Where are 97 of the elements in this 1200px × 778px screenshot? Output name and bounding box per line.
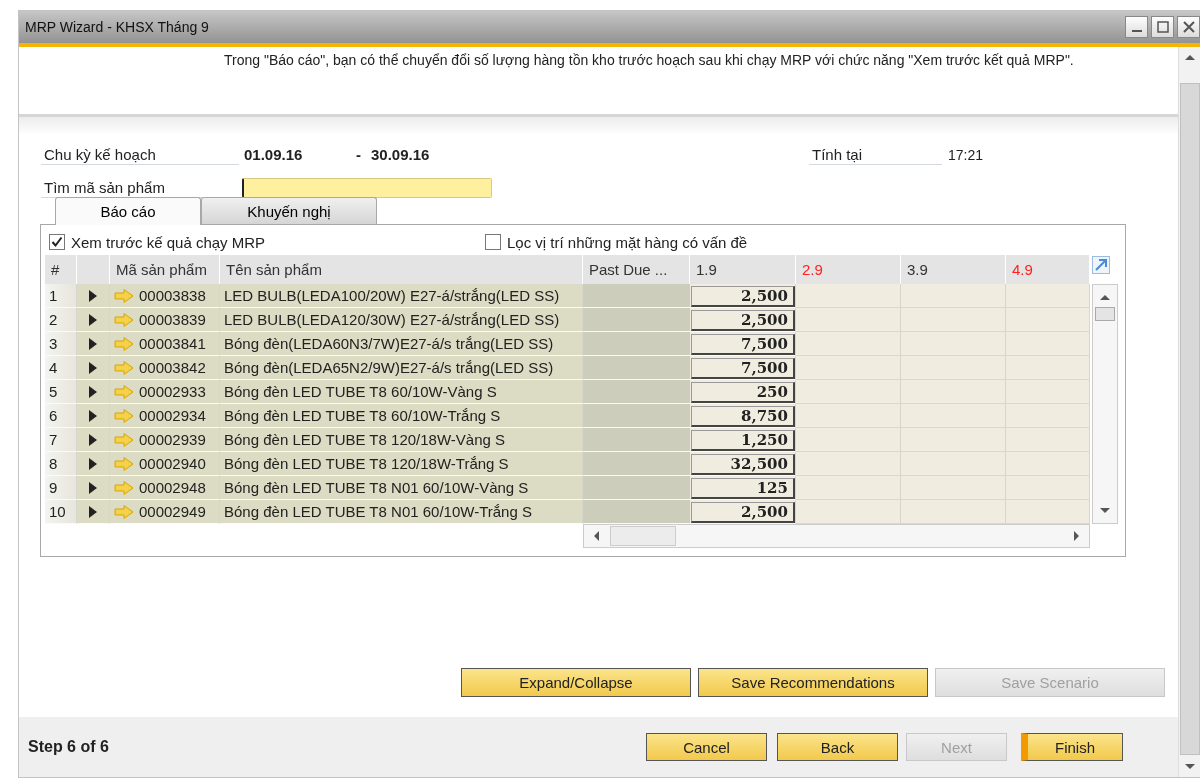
row-number: 10	[45, 500, 77, 524]
product-code: 00002934	[139, 407, 206, 424]
product-name: Bóng đèn LED TUBE T8 120/18W-Vàng S	[220, 428, 583, 452]
quantity-cell[interactable]: 7,500	[691, 357, 795, 379]
quantity-cell[interactable]: 2,500	[691, 501, 795, 523]
expand-row-icon[interactable]	[89, 457, 97, 470]
info-text: Trong "Báo cáo", bạn có thể chuyển đổi số lượng hàng tồn kho trước hoạch sau khi chạy MRP với chức năng "Xem trước kết quả MRP".	[224, 52, 1074, 69]
product-code: 00002948	[139, 479, 206, 496]
field-label: Chu kỳ kế hoạch	[41, 146, 239, 165]
date-value: 01.09.16	[244, 146, 304, 165]
checkbox-label: Xem trước kế quả chạy MRP	[71, 233, 266, 251]
product-code: 00002939	[139, 431, 206, 448]
wizard-button[interactable]: Back	[777, 733, 898, 761]
column-header: Past Due ...	[583, 255, 690, 284]
product-code: 00003839	[139, 311, 206, 328]
product-name: Bóng đèn LED TUBE T8 60/10W-Vàng S	[220, 380, 583, 404]
row-number: 7	[45, 428, 77, 452]
expand-row-icon[interactable]	[89, 481, 97, 494]
scroll-thumb[interactable]	[1095, 307, 1115, 321]
product-code: 00002949	[139, 503, 206, 520]
wizard-button[interactable]: Cancel	[646, 733, 767, 761]
product-name: Bóng đèn LED TUBE T8 N01 60/10W-Vàng S	[220, 476, 583, 500]
scroll-down-icon[interactable]	[1099, 507, 1111, 515]
action-button[interactable]: Expand/Collapse	[461, 668, 691, 697]
scroll-right-icon[interactable]	[1073, 530, 1081, 542]
minimize-button[interactable]	[1125, 16, 1148, 38]
close-icon	[1181, 20, 1196, 34]
action-button[interactable]: Save Recommendations	[698, 668, 928, 697]
product-name: Bóng đèn LED TUBE T8 N01 60/10W-Trắng S	[220, 500, 583, 524]
quantity-cell[interactable]: 250	[691, 381, 795, 403]
column-header: 2.9	[796, 255, 901, 284]
search-field[interactable]	[242, 178, 492, 198]
expand-row-icon[interactable]	[89, 433, 97, 446]
column-header: 1.9	[690, 255, 796, 284]
expand-row-icon[interactable]	[89, 505, 97, 518]
wizard-button[interactable]: Finish	[1021, 733, 1123, 761]
expand-row-icon[interactable]	[89, 313, 97, 326]
expand-row-icon[interactable]	[89, 409, 97, 422]
scroll-up-icon[interactable]	[1099, 293, 1111, 301]
quantity-cell[interactable]: 7,500	[691, 333, 795, 355]
maximize-button[interactable]	[1151, 16, 1174, 38]
row-number: 4	[45, 356, 77, 380]
date-separator: -	[356, 146, 361, 165]
quantity-cell[interactable]: 1,250	[691, 429, 795, 451]
window-title: MRP Wizard - KHSX Tháng 9	[25, 19, 209, 35]
product-code: 00003842	[139, 359, 206, 376]
checkbox[interactable]	[49, 234, 65, 250]
field-label: Tính tại	[809, 146, 942, 165]
horizontal-scrollbar[interactable]	[583, 524, 1090, 548]
quantity-cell[interactable]: 8,750	[691, 405, 795, 427]
tab[interactable]: Khuyến nghị	[201, 197, 377, 225]
product-name: LED BULB(LEDA100/20W) E27-á/strắng(LED SS)	[220, 284, 583, 308]
row-number: 6	[45, 404, 77, 428]
step-indicator: Step 6 of 6	[28, 738, 109, 756]
row-number: 5	[45, 380, 77, 404]
scroll-left-icon[interactable]	[592, 530, 600, 542]
product-code: 00002933	[139, 383, 206, 400]
row-number: 8	[45, 452, 77, 476]
scroll-down-icon[interactable]	[1183, 763, 1196, 771]
expand-row-icon[interactable]	[89, 289, 97, 302]
row-number: 9	[45, 476, 77, 500]
close-button[interactable]	[1177, 16, 1200, 38]
minimize-icon	[1131, 30, 1142, 32]
time-value: 17:21	[948, 147, 985, 165]
column-header: 3.9	[901, 255, 1006, 284]
checkbox[interactable]	[485, 234, 501, 250]
quantity-cell[interactable]: 32,500	[691, 453, 795, 475]
product-name: Bóng đèn(LEDA60N3/7W)E27-á/s trắng(LED SS)	[220, 332, 583, 356]
column-header: Tên sản phẩm	[220, 255, 583, 284]
tab[interactable]: Báo cáo	[55, 197, 201, 225]
quantity-cell[interactable]: 2,500	[691, 309, 795, 331]
column-header-blank	[77, 255, 110, 284]
scroll-up-icon[interactable]	[1183, 53, 1196, 61]
row-number: 2	[45, 308, 77, 332]
expand-row-icon[interactable]	[89, 385, 97, 398]
column-header: #	[45, 255, 77, 284]
expand-row-icon[interactable]	[89, 337, 97, 350]
quantity-cell[interactable]: 2,500	[691, 285, 795, 307]
checkbox-label: Lọc vị trí những mặt hàng có vấn đề	[507, 233, 748, 251]
product-name: LED BULB(LEDA120/30W) E27-á/strắng(LED SS)	[220, 308, 583, 332]
expand-row-icon[interactable]	[89, 361, 97, 374]
vertical-scrollbar[interactable]	[1092, 284, 1118, 524]
product-code: 00003838	[139, 287, 206, 304]
column-header: 4.9	[1006, 255, 1090, 284]
product-name: Bóng đèn LED TUBE T8 120/18W-Trắng S	[220, 452, 583, 476]
maximize-icon	[1155, 20, 1170, 34]
product-name: Bóng đèn LED TUBE T8 60/10W-Trắng S	[220, 404, 583, 428]
column-header: Mã sản phẩm	[110, 255, 220, 284]
row-number: 3	[45, 332, 77, 356]
quantity-cell[interactable]: 125	[691, 477, 795, 499]
product-code: 00003841	[139, 335, 206, 352]
scroll-thumb[interactable]	[610, 526, 676, 546]
product-code: 00002940	[139, 455, 206, 472]
product-name: Bóng đèn(LEDA65N2/9W)E27-á/s trắng(LED SS)	[220, 356, 583, 380]
date-value: 30.09.16	[371, 146, 430, 165]
expand-icon[interactable]	[1092, 256, 1110, 274]
row-number: 1	[45, 284, 77, 308]
